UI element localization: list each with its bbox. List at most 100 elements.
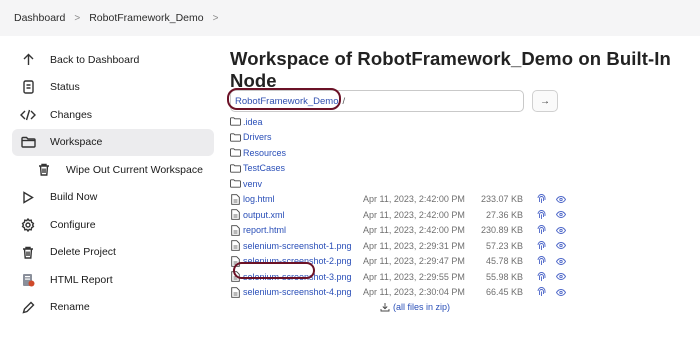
file-size: 57.23 KB bbox=[485, 240, 523, 251]
file-icon bbox=[230, 225, 241, 236]
eye-icon[interactable] bbox=[555, 226, 567, 234]
trash-icon bbox=[20, 244, 36, 260]
folder-icon bbox=[230, 116, 241, 127]
eye-icon[interactable] bbox=[555, 288, 567, 296]
list-item-folder: TestCases bbox=[230, 161, 690, 177]
sidebar-item-configure[interactable]: Configure bbox=[12, 211, 214, 238]
eye-icon[interactable] bbox=[555, 257, 567, 265]
list-item-file: output.xml Apr 11, 2023, 2:42:00 PM 27.3… bbox=[230, 207, 690, 223]
breadcrumb-dashboard[interactable]: Dashboard bbox=[14, 12, 65, 24]
fingerprint-icon[interactable] bbox=[535, 287, 547, 297]
report-icon bbox=[20, 272, 36, 288]
play-icon bbox=[20, 189, 36, 205]
document-icon bbox=[20, 79, 36, 95]
sidebar-item-rename[interactable]: Rename bbox=[12, 294, 214, 321]
file-size: 233.07 KB bbox=[481, 194, 524, 205]
sidebar: Back to Dashboard Status Changes Workspa… bbox=[12, 46, 214, 321]
code-icon bbox=[20, 107, 36, 123]
file-size: 45.78 KB bbox=[485, 256, 523, 267]
sidebar-item-html-report[interactable]: HTML Report bbox=[12, 266, 214, 293]
fingerprint-icon[interactable] bbox=[535, 240, 547, 251]
page-title: Workspace of RobotFramework_Demo on Buil… bbox=[230, 48, 671, 91]
eye-icon[interactable] bbox=[555, 211, 567, 219]
sidebar-item-label: Changes bbox=[50, 108, 93, 121]
sidebar-item-build-now[interactable]: Build Now bbox=[12, 184, 214, 211]
sidebar-item-label: Workspace bbox=[50, 136, 103, 148]
fingerprint-icon[interactable] bbox=[535, 256, 547, 266]
folder-icon bbox=[230, 163, 241, 174]
fingerprint-icon[interactable] bbox=[535, 225, 547, 235]
sidebar-item-status[interactable]: Status bbox=[12, 74, 214, 101]
sidebar-item-delete-project[interactable]: Delete Project bbox=[12, 239, 214, 266]
go-button[interactable]: → bbox=[532, 90, 558, 112]
sidebar-item-label: Back to Dashboard bbox=[50, 53, 140, 66]
folder-link[interactable]: TestCases bbox=[243, 163, 363, 173]
pencil-icon bbox=[20, 299, 36, 315]
breadcrumb: Dashboard > RobotFramework_Demo > bbox=[0, 0, 700, 36]
file-date: Apr 11, 2023, 2:42:00 PM bbox=[363, 209, 465, 220]
breadcrumb-project[interactable]: RobotFramework_Demo bbox=[89, 12, 203, 24]
list-item-file: log.html Apr 11, 2023, 2:42:00 PM 233.07… bbox=[230, 192, 690, 208]
arrow-up-icon bbox=[20, 52, 36, 68]
folder-icon bbox=[230, 132, 241, 143]
file-size: 55.98 KB bbox=[485, 271, 523, 282]
file-date: Apr 11, 2023, 2:29:47 PM bbox=[363, 256, 465, 267]
folder-link[interactable]: Resources bbox=[243, 148, 363, 158]
file-link[interactable]: selenium-screenshot-1.png bbox=[243, 241, 363, 251]
download-zip-link[interactable]: (all files in zip) bbox=[380, 302, 450, 312]
sidebar-item-label: Build Now bbox=[50, 191, 98, 203]
sidebar-item-label: Delete Project bbox=[50, 246, 116, 258]
folder-icon bbox=[20, 134, 36, 150]
fingerprint-icon[interactable] bbox=[535, 209, 547, 220]
file-size: 66.45 KB bbox=[485, 287, 523, 298]
gear-icon bbox=[20, 217, 36, 233]
highlight-annotation-path bbox=[227, 88, 341, 110]
path-separator: / bbox=[342, 95, 346, 107]
list-item-file: selenium-screenshot-1.png Apr 11, 2023, … bbox=[230, 238, 690, 254]
breadcrumb-dropdown-icon[interactable]: > bbox=[213, 13, 219, 24]
sidebar-item-wipe-out-workspace[interactable]: Wipe Out Current Workspace bbox=[12, 156, 214, 183]
sidebar-item-label: Configure bbox=[50, 218, 96, 231]
file-icon bbox=[230, 194, 241, 205]
sidebar-item-label: Status bbox=[50, 81, 80, 93]
file-date: Apr 11, 2023, 2:29:31 PM bbox=[363, 240, 465, 251]
file-link[interactable]: log.html bbox=[243, 194, 363, 204]
sidebar-item-workspace[interactable]: Workspace bbox=[12, 128, 214, 156]
file-icon bbox=[230, 240, 241, 251]
download-icon bbox=[380, 302, 390, 312]
file-icon bbox=[230, 209, 241, 220]
eye-icon[interactable] bbox=[555, 242, 567, 250]
file-link[interactable]: report.html bbox=[243, 225, 363, 235]
list-item-folder: venv bbox=[230, 176, 690, 192]
list-item-file: selenium-screenshot-4.png Apr 11, 2023, … bbox=[230, 285, 690, 301]
eye-icon[interactable] bbox=[555, 195, 567, 203]
highlight-annotation-report bbox=[233, 262, 315, 279]
file-date: Apr 11, 2023, 2:42:00 PM bbox=[363, 194, 465, 205]
folder-link[interactable]: .idea bbox=[243, 117, 363, 127]
file-link[interactable]: selenium-screenshot-4.png bbox=[243, 287, 363, 297]
file-size: 230.89 KB bbox=[481, 225, 524, 236]
file-date: Apr 11, 2023, 2:42:00 PM bbox=[363, 225, 465, 236]
sidebar-item-label: Rename bbox=[50, 301, 90, 313]
main-content: Workspace of RobotFramework_Demo on Buil… bbox=[227, 48, 690, 312]
list-item-file: report.html Apr 11, 2023, 2:42:00 PM 230… bbox=[230, 223, 690, 239]
sidebar-item-back-to-dashboard[interactable]: Back to Dashboard bbox=[12, 46, 214, 73]
file-date: Apr 11, 2023, 2:29:55 PM bbox=[363, 271, 465, 282]
fingerprint-icon[interactable] bbox=[535, 271, 547, 282]
sidebar-item-changes[interactable]: Changes bbox=[12, 101, 214, 128]
folder-link[interactable]: Drivers bbox=[243, 132, 363, 142]
trash-icon bbox=[36, 162, 52, 178]
sidebar-item-label: HTML Report bbox=[50, 273, 113, 286]
eye-icon[interactable] bbox=[555, 273, 567, 281]
file-link[interactable]: output.xml bbox=[243, 210, 363, 220]
breadcrumb-separator-icon: > bbox=[74, 12, 81, 24]
list-item-folder: .idea bbox=[230, 114, 690, 130]
fingerprint-icon[interactable] bbox=[535, 194, 547, 204]
list-item-folder: Resources bbox=[230, 145, 690, 161]
folder-link[interactable]: venv bbox=[243, 179, 363, 189]
list-item-folder: Drivers bbox=[230, 130, 690, 146]
file-icon bbox=[230, 287, 241, 298]
file-date: Apr 11, 2023, 2:30:04 PM bbox=[363, 287, 465, 298]
file-size: 27.36 KB bbox=[485, 209, 523, 220]
download-zip-label: (all files in zip) bbox=[393, 302, 451, 312]
